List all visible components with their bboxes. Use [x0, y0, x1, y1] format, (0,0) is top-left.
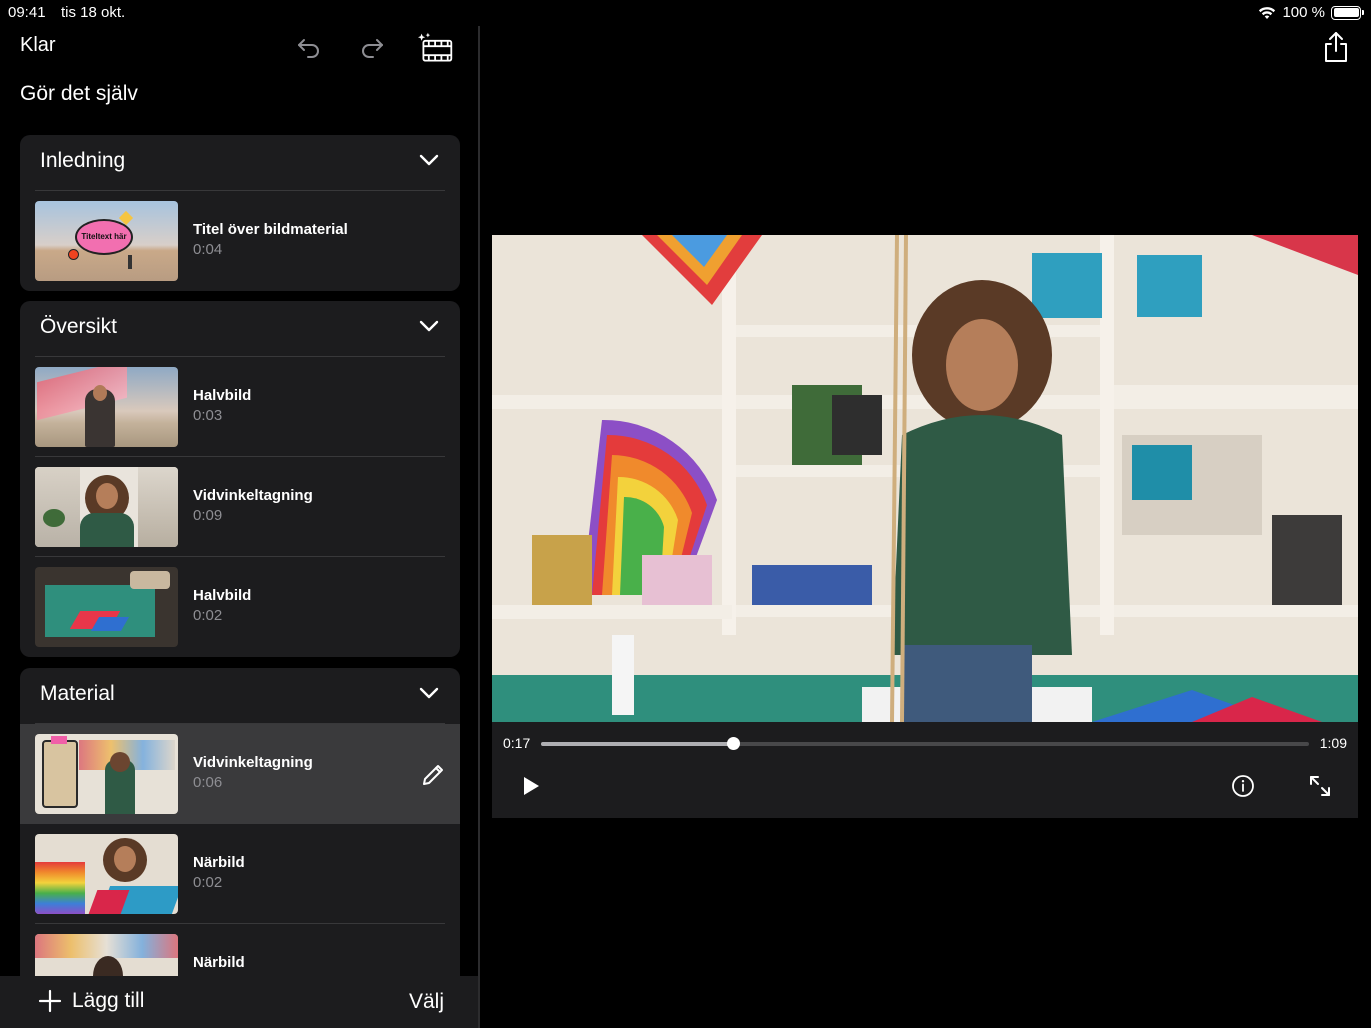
shelf-colors: [35, 934, 178, 958]
panel-divider[interactable]: [478, 26, 480, 1028]
wifi-icon: [1259, 6, 1276, 19]
section-header[interactable]: Översikt: [35, 301, 445, 357]
clip-thumbnail: [35, 734, 178, 814]
chevron-down-icon[interactable]: [419, 686, 439, 700]
pencil-icon[interactable]: [420, 762, 446, 788]
clip-thumbnail: [35, 567, 178, 647]
clip-row[interactable]: Halvbild 0:03: [20, 357, 460, 457]
clip-row[interactable]: Halvbild 0:02: [20, 557, 460, 657]
current-time: 0:17: [503, 735, 531, 751]
dot-sticker: [68, 249, 79, 260]
battery-percent: 100 %: [1282, 4, 1325, 21]
clip-duration: 0:06: [193, 774, 223, 791]
done-button[interactable]: Klar: [20, 34, 56, 57]
chevron-down-icon[interactable]: [419, 319, 439, 333]
project-sidebar: Klar Gör det själv Inledning Titeltext h…: [0, 26, 478, 1028]
select-button[interactable]: Välj: [409, 990, 444, 1014]
thumb-text: Titeltext här: [81, 231, 127, 241]
face-shape: [110, 752, 130, 772]
clip-thumbnail: [35, 367, 178, 447]
status-bar: 09:41 tis 18 okt. 100 %: [0, 0, 1371, 26]
video-scene: [492, 235, 1358, 722]
note-tag: [51, 736, 67, 744]
play-icon[interactable]: [520, 775, 542, 797]
note-card: [42, 740, 78, 808]
face-shape: [114, 846, 136, 872]
figure: [128, 255, 132, 269]
section-header[interactable]: Inledning: [35, 135, 445, 191]
status-time: 09:41: [8, 4, 46, 21]
plant: [43, 509, 65, 527]
section-title: Material: [40, 682, 115, 705]
clip-duration: 0:02: [193, 607, 223, 624]
clip-row[interactable]: Titeltext här Titel över bildmaterial 0:…: [20, 191, 460, 291]
title-bubble: Titeltext här: [75, 219, 133, 255]
clip-duration: 0:09: [193, 507, 223, 524]
video-frame[interactable]: [492, 235, 1358, 722]
section-title: Översikt: [40, 315, 118, 338]
clip-thumbnail: Titeltext här: [35, 201, 178, 281]
total-time: 1:09: [1319, 735, 1347, 751]
clip-row[interactable]: Närbild 0:02: [20, 824, 460, 924]
shelf-left: [35, 467, 80, 547]
face-shape: [96, 483, 118, 509]
share-icon[interactable]: [1321, 30, 1351, 64]
add-button[interactable]: Lägg till: [38, 989, 144, 1013]
section-header[interactable]: Material: [35, 668, 445, 724]
sweater-shape: [80, 513, 134, 547]
clip-duration: 0:02: [193, 874, 223, 891]
clip-duration: 0:03: [193, 407, 223, 424]
clip-name: Vidvinkeltagning: [193, 754, 313, 771]
clip-thumbnail: [35, 834, 178, 914]
tools: [130, 571, 170, 589]
bottom-toolbar: Lägg till Välj: [0, 976, 478, 1028]
clip-name: Vidvinkeltagning: [193, 487, 313, 504]
undo-icon[interactable]: [291, 30, 327, 66]
video-player: 0:17 1:09: [492, 235, 1358, 818]
rainbow-kite: [35, 862, 85, 914]
face-shape: [93, 385, 107, 401]
status-right: 100 %: [1258, 4, 1364, 21]
clip-row[interactable]: Vidvinkeltagning 0:09: [20, 457, 460, 557]
clip-name: Närbild: [193, 854, 245, 871]
clip-name: Halvbild: [193, 587, 252, 604]
project-title: Gör det själv: [20, 82, 138, 105]
clip-name: Närbild: [193, 954, 245, 971]
clip-name: Titel över bildmaterial: [193, 221, 348, 238]
clip-duration: 0:04: [193, 241, 223, 258]
redo-icon[interactable]: [354, 30, 390, 66]
battery-icon: [1331, 5, 1364, 20]
magic-movie-icon[interactable]: [418, 30, 454, 66]
section-inledning: Inledning Titeltext här Titel över bildm…: [20, 135, 460, 291]
scrubber-knob[interactable]: [727, 737, 740, 750]
scrubber-progress: [541, 742, 733, 746]
expand-icon[interactable]: [1308, 774, 1332, 798]
section-oversikt: Översikt Halvbild 0:03 Vidvinkeltagning: [20, 301, 460, 657]
clip-thumbnail: [35, 467, 178, 547]
info-icon[interactable]: [1231, 774, 1255, 798]
clip-row-selected[interactable]: Vidvinkeltagning 0:06: [20, 724, 460, 824]
add-label: Lägg till: [72, 989, 145, 1012]
section-title: Inledning: [40, 149, 126, 172]
section-material: Material Vidvinkeltagning 0:06 Närbild 0…: [20, 668, 460, 1028]
sidebar-toolbar: Klar: [0, 26, 478, 70]
shelf-right: [138, 467, 178, 547]
clip-name: Halvbild: [193, 387, 252, 404]
status-date: tis 18 okt.: [61, 4, 126, 21]
playhead-scrubber[interactable]: [541, 737, 1309, 750]
plus-icon: [38, 989, 62, 1013]
chevron-down-icon[interactable]: [419, 153, 439, 167]
